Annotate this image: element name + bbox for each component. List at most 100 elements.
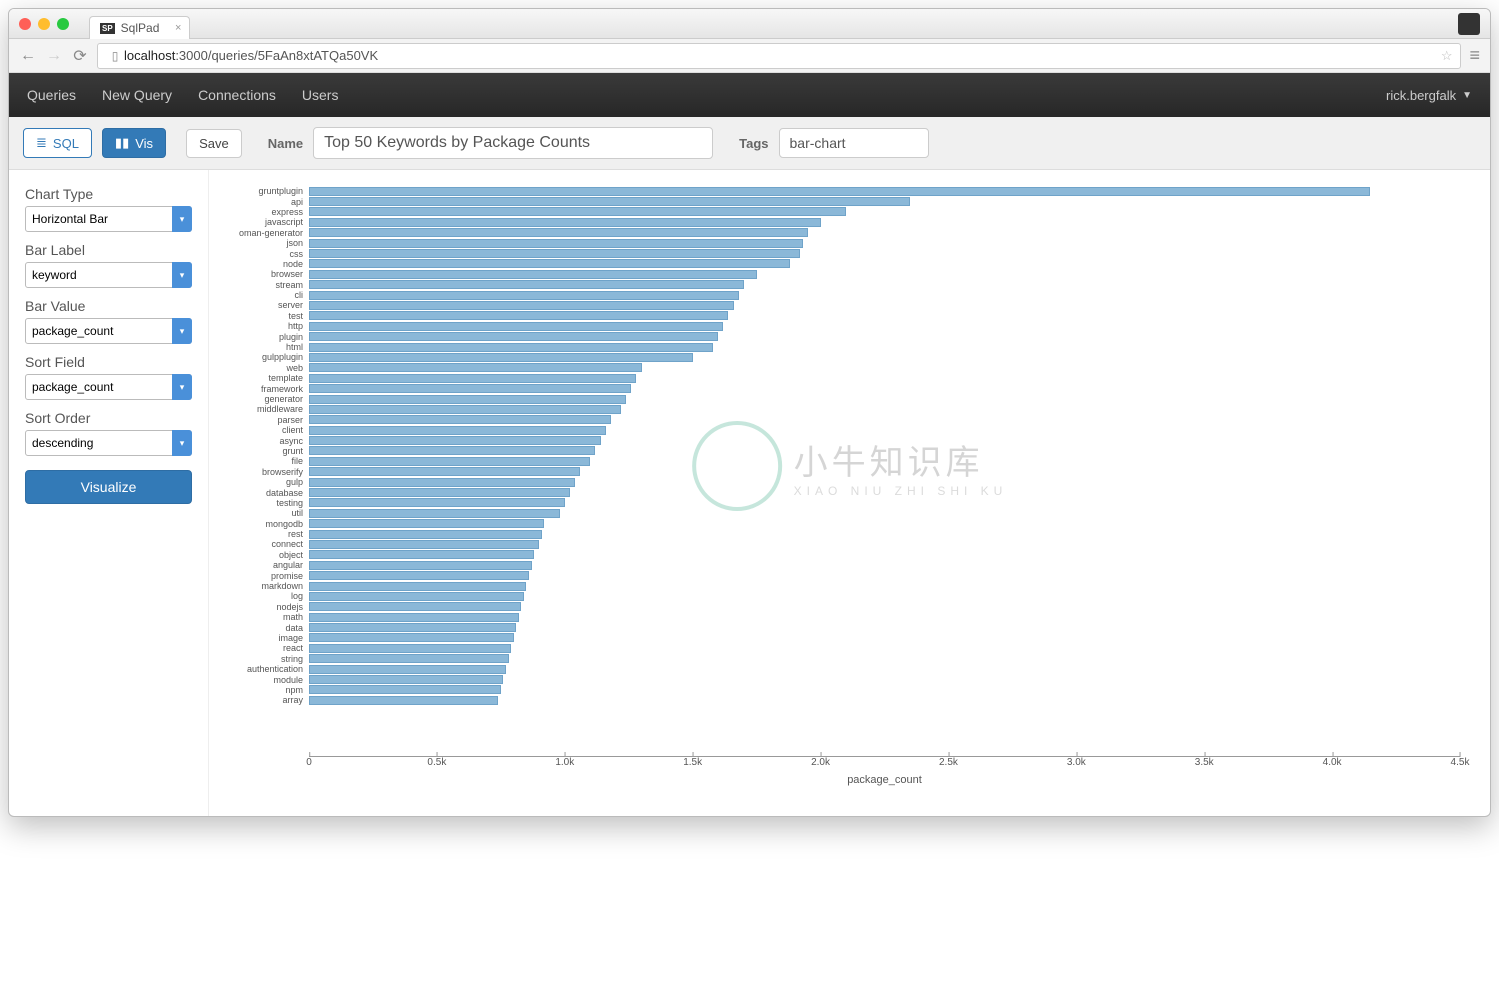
bar[interactable] (309, 550, 534, 559)
bar[interactable] (309, 582, 526, 591)
bar[interactable] (309, 592, 524, 601)
bar-track (309, 207, 1460, 216)
bar[interactable] (309, 291, 739, 300)
bar[interactable] (309, 519, 544, 528)
bar[interactable] (309, 488, 570, 497)
sort-field-select[interactable] (25, 374, 192, 400)
nav-connections[interactable]: Connections (198, 87, 276, 103)
bar[interactable] (309, 561, 532, 570)
close-window-icon[interactable] (19, 18, 31, 30)
bar[interactable] (309, 633, 514, 642)
url-bar[interactable]: ▯ localhost:3000/queries/5FaAn8xtATQa50V… (97, 43, 1461, 69)
bar[interactable] (309, 197, 910, 206)
maximize-window-icon[interactable] (57, 18, 69, 30)
bar-row: file (219, 456, 1460, 466)
bar[interactable] (309, 322, 723, 331)
bar[interactable] (309, 239, 803, 248)
bar[interactable] (309, 446, 595, 455)
minimize-window-icon[interactable] (38, 18, 50, 30)
bar-row: npm (219, 685, 1460, 695)
bar-track (309, 395, 1460, 404)
bar-track (309, 467, 1460, 476)
bar-row: module (219, 674, 1460, 684)
nav-queries[interactable]: Queries (27, 87, 76, 103)
vis-tab-button[interactable]: ▮▮ Vis (102, 128, 166, 158)
profile-avatar-icon[interactable] (1458, 13, 1480, 35)
bar[interactable] (309, 343, 713, 352)
bar-row: node (219, 259, 1460, 269)
bar[interactable] (309, 395, 626, 404)
bar[interactable] (309, 311, 728, 320)
nav-users[interactable]: Users (302, 87, 339, 103)
bar-value-select[interactable] (25, 318, 192, 344)
query-name-input[interactable] (313, 127, 713, 159)
bar-row: test (219, 311, 1460, 321)
bar-category-label: grunt (219, 446, 309, 456)
bar[interactable] (309, 259, 790, 268)
bar[interactable] (309, 457, 590, 466)
bar[interactable] (309, 540, 539, 549)
bar-track (309, 332, 1460, 341)
bar[interactable] (309, 478, 575, 487)
bar[interactable] (309, 218, 821, 227)
bar[interactable] (309, 613, 519, 622)
bar[interactable] (309, 332, 718, 341)
sort-order-select[interactable] (25, 430, 192, 456)
bar-track (309, 509, 1460, 518)
sql-tab-button[interactable]: ≣ SQL (23, 128, 92, 158)
bar[interactable] (309, 644, 511, 653)
browser-tab[interactable]: SP SqlPad × (89, 16, 190, 39)
forward-icon[interactable]: → (45, 47, 63, 65)
traffic-lights[interactable] (19, 18, 69, 30)
bar[interactable] (309, 270, 757, 279)
bar[interactable] (309, 571, 529, 580)
bar[interactable] (309, 509, 560, 518)
bar-category-label: plugin (219, 332, 309, 342)
bar[interactable] (309, 280, 744, 289)
nav-new-query[interactable]: New Query (102, 87, 172, 103)
bar-category-label: react (219, 643, 309, 653)
bar-row: client (219, 425, 1460, 435)
reload-icon[interactable]: ⟳ (71, 46, 89, 66)
bar[interactable] (309, 675, 503, 684)
bar[interactable] (309, 654, 509, 663)
visualize-button[interactable]: Visualize (25, 470, 192, 504)
bar[interactable] (309, 207, 846, 216)
bookmark-star-icon[interactable]: ☆ (1441, 48, 1453, 64)
bar[interactable] (309, 415, 611, 424)
bar[interactable] (309, 696, 498, 705)
bar[interactable] (309, 498, 565, 507)
bar[interactable] (309, 436, 601, 445)
bar[interactable] (309, 301, 734, 310)
bar[interactable] (309, 374, 636, 383)
bar[interactable] (309, 623, 516, 632)
browser-menu-icon[interactable]: ≡ (1469, 45, 1480, 66)
save-button[interactable]: Save (186, 129, 242, 158)
bar[interactable] (309, 249, 800, 258)
bar[interactable] (309, 426, 606, 435)
bar[interactable] (309, 187, 1370, 196)
bar[interactable] (309, 228, 808, 237)
bar[interactable] (309, 405, 621, 414)
tags-input[interactable] (779, 128, 929, 158)
bar-row: database (219, 487, 1460, 497)
bar[interactable] (309, 665, 506, 674)
bar[interactable] (309, 353, 693, 362)
bar[interactable] (309, 384, 631, 393)
bar[interactable] (309, 530, 542, 539)
bar-row: log (219, 591, 1460, 601)
bar[interactable] (309, 602, 521, 611)
user-menu[interactable]: rick.bergfalk ▼ (1386, 88, 1472, 103)
chart-type-select[interactable] (25, 206, 192, 232)
bar[interactable] (309, 685, 501, 694)
bar-track (309, 301, 1460, 310)
bar-category-label: async (219, 436, 309, 446)
bar-category-label: server (219, 300, 309, 310)
bar-label-select[interactable] (25, 262, 192, 288)
close-tab-icon[interactable]: × (175, 22, 181, 34)
bar-category-label: css (219, 249, 309, 259)
back-icon[interactable]: ← (19, 47, 37, 65)
bar[interactable] (309, 363, 642, 372)
bar-row: markdown (219, 581, 1460, 591)
bar[interactable] (309, 467, 580, 476)
